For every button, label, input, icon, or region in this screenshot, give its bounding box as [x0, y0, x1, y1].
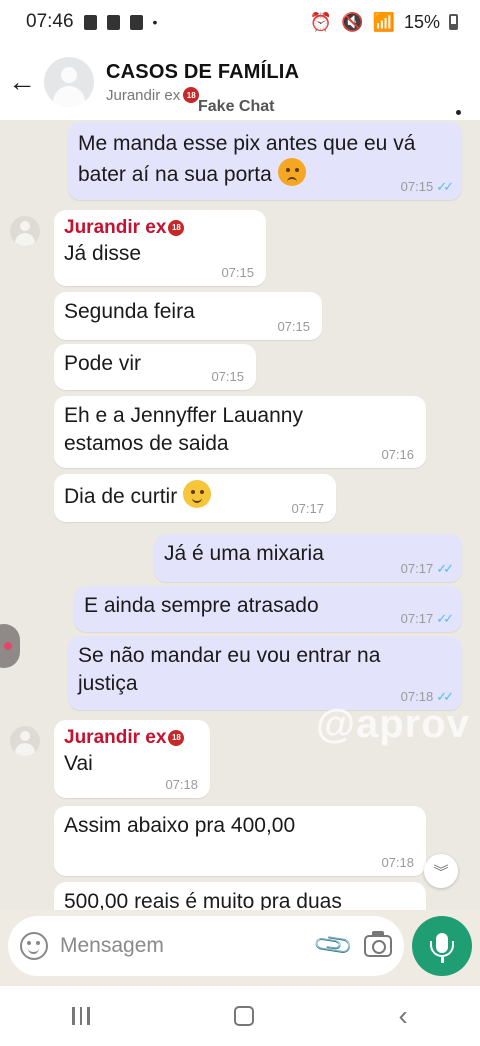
chat-title: CASOS DE FAMÍLIA	[106, 60, 300, 83]
message-text: Já disse	[64, 242, 142, 265]
message-time: 07:15	[211, 369, 244, 384]
message-bubble[interactable]: Segunda feira 07:15	[54, 292, 322, 340]
message-text: Eh e a Jennyffer Lauanny estamos de said…	[64, 404, 303, 455]
status-dot: •	[152, 14, 158, 30]
system-nav-bar: ‹	[0, 986, 480, 1046]
emoji-icon[interactable]	[20, 932, 48, 960]
check-icon	[129, 14, 143, 30]
camera-icon[interactable]	[364, 931, 392, 957]
message-time: 07:15	[221, 265, 254, 280]
alarm-icon: ⏰	[309, 11, 333, 32]
message-text: E ainda sempre atrasado	[84, 594, 319, 617]
message-time: 07:15	[277, 319, 310, 334]
scroll-down-icon[interactable]: ︾	[424, 854, 458, 888]
status-time: 07:46	[26, 11, 74, 32]
message-time: 07:16	[381, 447, 414, 462]
message-input[interactable]	[60, 934, 290, 958]
message-bubble[interactable]: Jurandir ex 18 Já disse 07:15	[54, 210, 266, 286]
mute-icon: 🔇	[341, 11, 364, 32]
side-panel-handle[interactable]	[0, 624, 20, 668]
message-time: 07:17	[291, 501, 324, 516]
nav-recents-icon[interactable]	[72, 1007, 90, 1025]
age-badge-icon: 18	[183, 87, 200, 103]
message-time: 07:15 ✓✓	[400, 179, 454, 194]
input-bar: 📎	[0, 910, 480, 986]
nav-back-icon[interactable]: ‹	[398, 1000, 407, 1032]
status-bar: 07:46 • ⏰ 🔇 📶 15%	[0, 0, 480, 44]
message-time: 07:17 ✓✓	[400, 561, 454, 576]
notification-icon	[83, 14, 97, 30]
battery-icon	[449, 14, 458, 30]
message-text: Já é uma mixaria	[164, 542, 324, 565]
chat-area[interactable]: Me manda esse pix antes que eu vá bater …	[0, 120, 480, 910]
mic-button[interactable]	[412, 916, 472, 976]
message-bubble[interactable]: Me manda esse pix antes que eu vá bater …	[68, 122, 462, 200]
wifi-icon: 📶	[372, 11, 395, 32]
message-text: Segunda feira	[64, 300, 195, 323]
message-text: Se não mandar eu vou entrar na justiça	[78, 644, 381, 695]
read-ticks-icon: ✓✓	[436, 561, 454, 576]
message-bubble[interactable]: E ainda sempre atrasado 07:17 ✓✓	[74, 586, 462, 632]
battery-level: 15%	[403, 11, 440, 32]
message-bubble[interactable]: Assim abaixo pra 400,00 07:18	[54, 806, 426, 876]
message-text: Assim abaixo pra 400,00	[64, 814, 296, 837]
attach-icon[interactable]: 📎	[311, 922, 355, 967]
message-time: 07:18	[165, 777, 198, 792]
message-text: Vai	[64, 752, 93, 775]
back-arrow-icon[interactable]: ←	[0, 52, 44, 112]
sender-avatar[interactable]	[10, 726, 40, 756]
age-badge-icon: 18	[168, 220, 185, 236]
sender-name: Jurandir ex 18	[64, 216, 256, 240]
message-time: 07:17 ✓✓	[400, 611, 454, 626]
watermark: @aprov	[316, 702, 470, 746]
message-bubble[interactable]: Já é uma mixaria 07:17 ✓✓	[154, 534, 462, 582]
contact-avatar[interactable]	[44, 57, 94, 107]
message-bubble[interactable]: Eh e a Jennyffer Lauanny estamos de said…	[54, 396, 426, 468]
fake-chat-label: Fake Chat	[198, 98, 275, 115]
message-text: 500,00 reais é muito pra duas	[64, 890, 342, 910]
sender-avatar[interactable]	[10, 216, 40, 246]
subtitle-text: Jurandir ex	[106, 86, 181, 104]
message-bubble[interactable]: Dia de curtir 07:17	[54, 474, 336, 522]
message-composer: 📎	[8, 916, 404, 976]
hugging-face-icon	[183, 480, 212, 508]
sender-name: Jurandir ex 18	[64, 726, 200, 750]
nav-home-icon[interactable]	[234, 1006, 255, 1026]
read-ticks-icon: ✓✓	[436, 179, 454, 194]
message-text: Dia de curtir	[64, 485, 178, 508]
message-bubble[interactable]: 500,00 reais é muito pra duas	[54, 882, 426, 910]
angry-face-icon	[277, 158, 306, 186]
age-badge-icon: 18	[168, 730, 185, 746]
message-bubble[interactable]: Se não mandar eu vou entrar na justiça 0…	[68, 636, 462, 710]
message-bubble[interactable]: Pode vir 07:15	[54, 344, 256, 390]
mic-icon	[430, 933, 454, 963]
message-text: Me manda esse pix antes que eu vá bater …	[78, 132, 416, 186]
message-bubble[interactable]: Jurandir ex 18 Vai 07:18	[54, 720, 210, 798]
read-ticks-icon: ✓✓	[436, 611, 454, 626]
message-text: Pode vir	[64, 352, 142, 375]
sim-icon	[106, 14, 120, 30]
message-time: 07:18	[381, 855, 414, 870]
